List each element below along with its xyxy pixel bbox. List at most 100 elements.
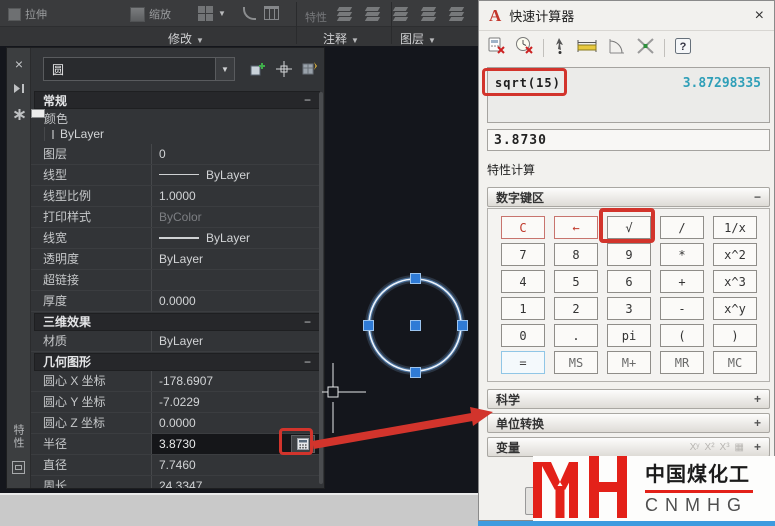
calc-key-C[interactable]: C [501, 216, 545, 239]
calc-key-=[interactable]: = [501, 351, 545, 374]
property-value[interactable]: 24.3347 [151, 476, 323, 489]
section-header-1[interactable]: 三维效果− [34, 313, 320, 331]
section-header-2[interactable]: 几何图形− [34, 353, 320, 371]
calc-key-6[interactable]: 6 [607, 270, 651, 293]
calc-key-.[interactable]: . [554, 324, 598, 347]
numpad-section-header[interactable]: 数字键区 − [487, 187, 770, 207]
measure-angle-icon[interactable] [607, 37, 627, 60]
quick-select-button[interactable] [299, 58, 321, 80]
calc-key-←[interactable]: ← [554, 216, 598, 239]
calc-key-*[interactable]: * [660, 243, 704, 266]
calc-key-√[interactable]: √ [607, 216, 651, 239]
property-row: 颜色ByLayer [31, 109, 45, 118]
calc-key-x^2[interactable]: x^2 [713, 243, 757, 266]
calc-key-pi[interactable]: pi [607, 324, 651, 347]
calc-section-1[interactable]: 单位转换+ [487, 413, 770, 433]
calc-key-x^y[interactable]: x^y [713, 297, 757, 320]
layer-tool-3[interactable] [394, 7, 409, 21]
calc-key-)[interactable]: ) [713, 324, 757, 347]
calc-key-MC[interactable]: MC [713, 351, 757, 374]
calc-key-1/x[interactable]: 1/x [713, 216, 757, 239]
clear-icon[interactable] [487, 36, 506, 60]
stretch-tool[interactable]: 拉伸 [8, 6, 47, 22]
ribbon-separator [296, 2, 297, 44]
close-icon[interactable]: × [11, 56, 27, 72]
property-value[interactable]: 0 [151, 144, 323, 164]
calc-key-([interactable]: ( [660, 324, 704, 347]
property-value[interactable]: 0.0000 [151, 291, 323, 311]
array-tool[interactable]: ▼ [198, 6, 226, 21]
calc-key-x^3[interactable]: x^3 [713, 270, 757, 293]
calc-section-0[interactable]: 科学+ [487, 389, 770, 409]
calc-key-4[interactable]: 4 [501, 270, 545, 293]
property-value[interactable]: ByLayer [151, 331, 323, 351]
select-dropdown-icon[interactable]: ▼ [215, 58, 234, 80]
calculator-input[interactable]: 3.8730 [487, 129, 770, 151]
property-value[interactable]: -178.6907 [151, 371, 323, 391]
expand-icon[interactable]: + [754, 392, 761, 406]
panel-annotate[interactable]: 注释▼ [323, 30, 359, 47]
clear-history-icon[interactable] [515, 36, 534, 60]
property-row: 线宽ByLayer [31, 228, 323, 249]
property-label: 厚度 [43, 291, 151, 311]
quickcalc-launch-button[interactable] [291, 435, 315, 453]
calc-key-MR[interactable]: MR [660, 351, 704, 374]
toggle-pickadd-button[interactable] [247, 58, 269, 80]
collapse-icon[interactable]: − [304, 355, 311, 369]
calc-key-/[interactable]: / [660, 216, 704, 239]
calc-key-8[interactable]: 8 [554, 243, 598, 266]
history-area[interactable]: sqrt(15) 3.87298335 [487, 67, 770, 123]
fillet-tool[interactable] [243, 7, 256, 20]
section-header-0[interactable]: 常规− [34, 91, 320, 109]
help-icon[interactable]: ? [674, 37, 692, 60]
intersection-icon[interactable] [636, 37, 655, 60]
calc-key-9[interactable]: 9 [607, 243, 651, 266]
property-value[interactable]: -7.0229 [151, 392, 323, 412]
collapse-icon[interactable]: − [304, 93, 311, 107]
expand-icon[interactable]: + [754, 440, 761, 454]
property-value[interactable]: 7.7460 [151, 455, 323, 475]
panel-modify[interactable]: 修改▼ [168, 30, 204, 47]
calc-key-2[interactable]: 2 [554, 297, 598, 320]
property-value[interactable]: 0.0000 [151, 413, 323, 433]
property-value[interactable]: ByLayer [151, 249, 323, 269]
object-type-select[interactable]: 圆 ▼ [43, 57, 235, 81]
collapse-icon[interactable]: − [304, 315, 311, 329]
expand-icon[interactable]: + [754, 416, 761, 430]
property-value[interactable]: ByColor [151, 207, 323, 227]
palette-scrollbar[interactable] [319, 92, 323, 484]
get-coordinates-icon[interactable] [553, 37, 567, 60]
layer-tool-4[interactable] [422, 7, 437, 21]
property-value[interactable]: 1.0000 [151, 186, 323, 206]
calc-key-0[interactable]: 0 [501, 324, 545, 347]
properties-vertical-tab[interactable]: 特性 [10, 424, 26, 450]
calc-key-MS[interactable]: MS [554, 351, 598, 374]
array-dropdown-icon[interactable]: ▼ [218, 9, 226, 18]
calc-key-+[interactable]: + [660, 270, 704, 293]
collapse-icon[interactable]: − [754, 190, 761, 204]
property-value[interactable] [151, 270, 323, 290]
calc-section-2[interactable]: 变量XʸX²X³▦+ [487, 437, 770, 457]
property-value[interactable]: ByLayer [151, 165, 323, 185]
autohide-pin-icon[interactable] [11, 80, 27, 96]
property-value[interactable]: 3.8730 [151, 434, 323, 454]
property-value[interactable]: ByLayer [44, 127, 52, 141]
calc-key-5[interactable]: 5 [554, 270, 598, 293]
chevron-down-icon: ▼ [428, 36, 436, 45]
calc-key-M+[interactable]: M+ [607, 351, 651, 374]
scale-tool[interactable]: 缩放 [130, 6, 171, 22]
panel-layers[interactable]: 图层▼ [400, 30, 436, 47]
measure-distance-icon[interactable] [576, 37, 598, 60]
layer-tool-1[interactable] [338, 7, 353, 21]
calc-key--[interactable]: - [660, 297, 704, 320]
property-value[interactable]: ByLayer [151, 228, 323, 248]
table-tool[interactable] [264, 6, 279, 20]
close-icon[interactable]: × [755, 8, 764, 24]
layer-tool-5[interactable] [450, 7, 465, 21]
calc-key-3[interactable]: 3 [607, 297, 651, 320]
select-objects-button[interactable] [273, 58, 295, 80]
calc-key-1[interactable]: 1 [501, 297, 545, 320]
layer-tool-2[interactable] [366, 7, 381, 21]
calc-key-7[interactable]: 7 [501, 243, 545, 266]
palette-settings-icon[interactable] [11, 106, 27, 122]
